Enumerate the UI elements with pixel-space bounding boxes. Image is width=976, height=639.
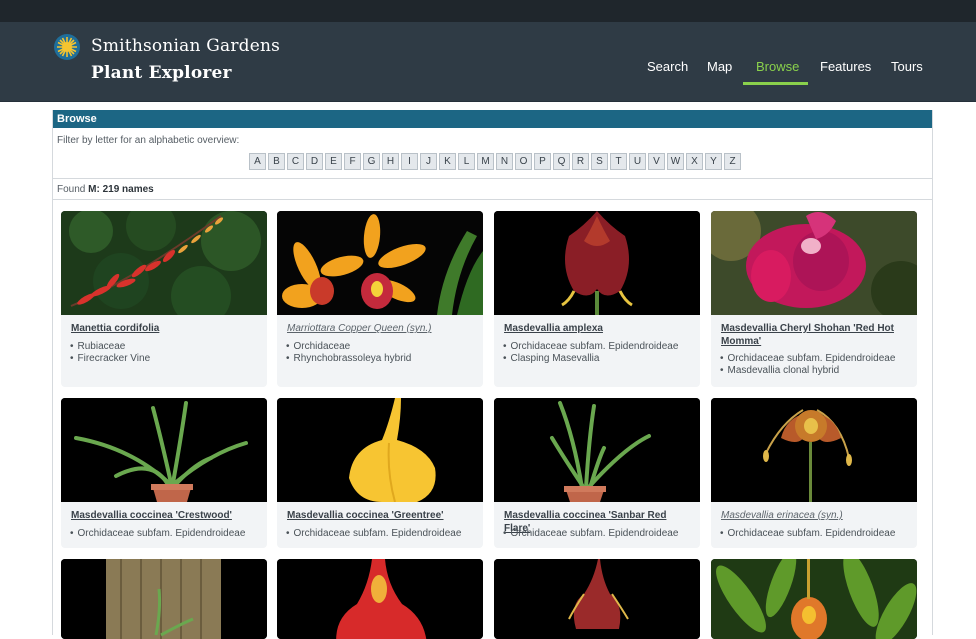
plant-name-link[interactable]: Masdevallia Cheryl Shohan 'Red Hot Momma… [721, 322, 911, 348]
plant-details: Orchidaceae subfam. Epidendroideae Masde… [728, 353, 896, 377]
plant-photo[interactable] [61, 211, 267, 315]
letter-filter-a[interactable]: A [249, 153, 266, 170]
plant-card[interactable]: Masdevallia coccinea 'Sanbar Red Flare' … [494, 398, 700, 548]
plant-card[interactable]: Marriottara Copper Queen (syn.) Orchidac… [277, 211, 483, 387]
plant-photo[interactable] [494, 398, 700, 502]
letter-filter-r[interactable]: R [572, 153, 589, 170]
plant-common-name: Masdevallia clonal hybrid [728, 365, 895, 377]
plant-card[interactable] [277, 559, 483, 639]
plant-photo[interactable] [277, 211, 483, 315]
letter-filter-q[interactable]: Q [553, 153, 570, 170]
letter-filter: ABCDEFGHIJKLMNOPQRSTUVWXYZ [249, 153, 741, 170]
letter-filter-s[interactable]: S [591, 153, 608, 170]
plant-common-name: Rhynchobrassoleya hybrid [294, 353, 412, 365]
plant-photo[interactable] [277, 398, 483, 502]
plant-card[interactable]: Masdevallia amplexa Orchidaceae subfam. … [494, 211, 700, 387]
plant-name-link[interactable]: Marriottara Copper Queen (syn.) [287, 322, 477, 335]
plant-common-name: Firecracker Vine [78, 353, 151, 365]
plant-family: Orchidaceae subfam. Epidendroideae [728, 528, 896, 540]
plant-details: Orchidaceae subfam. Epidendroideae [511, 528, 679, 540]
plant-photo[interactable] [494, 211, 700, 315]
plant-family: Orchidaceae subfam. Epidendroideae [511, 528, 679, 540]
plant-details: Orchidaceae subfam. Epidendroideae Clasp… [511, 341, 679, 365]
plant-photo[interactable] [494, 559, 700, 639]
plant-card[interactable] [61, 559, 267, 639]
nav-search[interactable]: Search [647, 58, 688, 76]
letter-filter-p[interactable]: P [534, 153, 551, 170]
plant-details: Orchidaceae subfam. Epidendroideae [78, 528, 246, 540]
letter-filter-d[interactable]: D [306, 153, 323, 170]
plant-card[interactable]: Masdevallia coccinea 'Crestwood' Orchida… [61, 398, 267, 548]
plant-name-link[interactable]: Manettia cordifolia [71, 322, 261, 335]
plant-name-link[interactable]: Masdevallia coccinea 'Crestwood' [71, 509, 261, 522]
nav-browse[interactable]: Browse [756, 58, 799, 76]
letter-filter-e[interactable]: E [325, 153, 342, 170]
nav-features[interactable]: Features [820, 58, 871, 76]
plant-name-link[interactable]: Masdevallia erinacea (syn.) [721, 509, 911, 522]
letter-filter-n[interactable]: N [496, 153, 513, 170]
plant-family: Orchidaceae subfam. Epidendroideae [728, 353, 896, 365]
plant-card[interactable]: Masdevallia coccinea 'Greentree' Orchida… [277, 398, 483, 548]
letter-filter-k[interactable]: K [439, 153, 456, 170]
plant-details: Rubiaceae Firecracker Vine [78, 341, 151, 365]
browser-top-strip [0, 0, 976, 22]
plant-name-link[interactable]: Masdevallia coccinea 'Greentree' [287, 509, 477, 522]
plant-common-name: Clasping Masevallia [511, 353, 678, 365]
letter-filter-c[interactable]: C [287, 153, 304, 170]
plant-photo[interactable] [711, 211, 917, 315]
plant-photo[interactable] [61, 559, 267, 639]
panel-title: Browse [53, 110, 932, 128]
plant-card[interactable]: Manettia cordifolia Rubiaceae Firecracke… [61, 211, 267, 387]
letter-filter-g[interactable]: G [363, 153, 380, 170]
found-count: Found M: 219 names [57, 184, 154, 195]
letter-filter-w[interactable]: W [667, 153, 684, 170]
letter-filter-v[interactable]: V [648, 153, 665, 170]
letter-filter-i[interactable]: I [401, 153, 418, 170]
letter-filter-z[interactable]: Z [724, 153, 741, 170]
plant-details: Orchidaceae subfam. Epidendroideae [294, 528, 462, 540]
letter-filter-m[interactable]: M [477, 153, 494, 170]
plant-photo[interactable] [711, 559, 917, 639]
letter-filter-o[interactable]: O [515, 153, 532, 170]
plant-family: Orchidaceae [294, 341, 411, 353]
letter-filter-u[interactable]: U [629, 153, 646, 170]
plant-card[interactable]: Masdevallia Cheryl Shohan 'Red Hot Momma… [711, 211, 917, 387]
letter-filter-h[interactable]: H [382, 153, 399, 170]
brand-name[interactable]: Smithsonian Gardens [91, 36, 280, 56]
site-header: Smithsonian Gardens Plant Explorer Searc… [0, 22, 976, 102]
plant-details: Orchidaceae subfam. Epidendroideae [728, 528, 896, 540]
plant-details: Orchidaceae Rhynchobrassoleya hybrid [294, 341, 412, 365]
divider [53, 178, 932, 179]
plant-card[interactable]: Masdevallia erinacea (syn.) Orchidaceae … [711, 398, 917, 548]
plant-name-link[interactable]: Masdevallia amplexa [504, 322, 694, 335]
active-nav-indicator [743, 82, 808, 85]
brand-subtitle[interactable]: Plant Explorer [91, 63, 232, 83]
letter-filter-b[interactable]: B [268, 153, 285, 170]
plant-photo[interactable] [61, 398, 267, 502]
nav-map[interactable]: Map [707, 58, 732, 76]
plant-card[interactable] [711, 559, 917, 639]
letter-filter-j[interactable]: J [420, 153, 437, 170]
plant-family: Orchidaceae subfam. Epidendroideae [78, 528, 246, 540]
plant-card[interactable] [494, 559, 700, 639]
letter-filter-y[interactable]: Y [705, 153, 722, 170]
letter-filter-f[interactable]: F [344, 153, 361, 170]
plant-family: Rubiaceae [78, 341, 150, 353]
letter-filter-t[interactable]: T [610, 153, 627, 170]
sun-logo-icon[interactable] [54, 34, 80, 60]
letter-filter-l[interactable]: L [458, 153, 475, 170]
letter-filter-x[interactable]: X [686, 153, 703, 170]
plant-photo[interactable] [711, 398, 917, 502]
plant-photo[interactable] [277, 559, 483, 639]
plant-family: Orchidaceae subfam. Epidendroideae [294, 528, 462, 540]
divider [53, 199, 932, 200]
plant-family: Orchidaceae subfam. Epidendroideae [511, 341, 679, 353]
nav-tours[interactable]: Tours [891, 58, 923, 76]
filter-label: Filter by letter for an alphabetic overv… [57, 135, 240, 146]
